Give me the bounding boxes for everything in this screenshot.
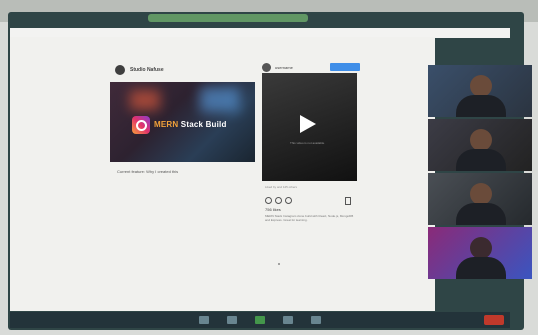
title-rest: Stack Build [180,120,227,129]
bookmark-icon[interactable] [345,197,351,205]
follow-button[interactable] [330,63,360,71]
meeting-toolbar [10,312,510,328]
post-header: Studio Nafuse [115,65,164,75]
post-actions [265,197,292,204]
participant-gallery [428,65,532,280]
post-description: MERN Stack Instagram clone build with Re… [265,214,354,222]
participant-body [456,149,506,171]
participants-icon[interactable] [283,316,293,324]
play-icon[interactable] [300,115,316,133]
video-caption: This video is not available [290,141,325,145]
participant-face [470,183,492,205]
participant-body [456,257,506,279]
comment-icon[interactable] [275,197,282,204]
account-name[interactable]: username [275,65,293,70]
chat-icon[interactable] [311,316,321,324]
screen-share-indicator [148,14,308,22]
participant-face [470,75,492,97]
account-name[interactable]: Studio Nafuse [130,67,164,73]
share-icon[interactable] [285,197,292,204]
post-header: username [262,63,293,72]
participant-tile[interactable] [428,65,532,117]
mute-icon[interactable] [199,316,209,324]
pagination-dot [278,263,280,265]
participant-face [470,129,492,151]
post-meta: Liked by and 125 others [265,185,298,189]
participant-tile[interactable] [428,119,532,171]
end-meeting-button[interactable] [484,315,504,325]
post-caption: Current feature: Why I created this [117,169,179,174]
participant-body [456,203,506,225]
instagram-icon [132,116,150,134]
video-player[interactable]: This video is not available [262,73,357,181]
shared-web-page: Studio Nafuse MERN Stack Build Current f… [10,37,435,311]
post-image[interactable]: MERN Stack Build [110,82,255,162]
post-image-title: MERN Stack Build [154,120,227,129]
participant-tile[interactable] [428,227,532,279]
share-screen-icon[interactable] [255,316,265,324]
like-icon[interactable] [265,197,272,204]
participant-tile[interactable] [428,173,532,225]
avatar[interactable] [115,65,125,75]
decorative-light [200,87,240,112]
decorative-light [130,90,160,110]
title-accent: MERN [154,120,179,129]
video-icon[interactable] [227,316,237,324]
participant-face [470,237,492,259]
like-count: 756 likes [265,207,281,212]
participant-body [456,95,506,117]
avatar[interactable] [262,63,271,72]
